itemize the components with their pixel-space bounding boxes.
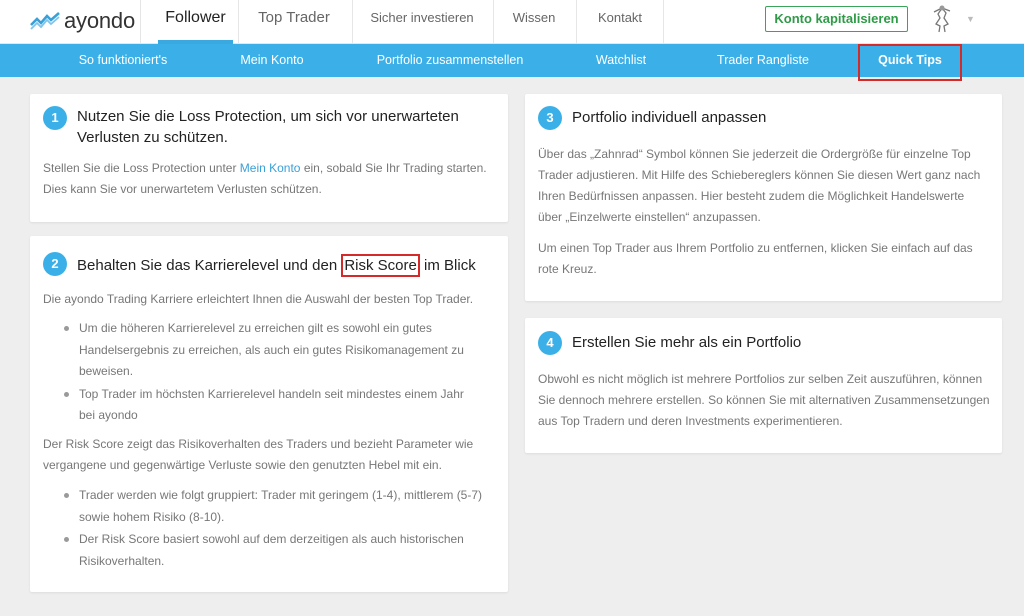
nav-sicher-investieren[interactable]: Sicher investieren	[360, 0, 484, 44]
career-bullets: Um die höheren Karrierelevel zu erreiche…	[60, 318, 480, 428]
ayondo-logo-icon	[30, 12, 60, 30]
nav-wissen[interactable]: Wissen	[500, 0, 568, 44]
subnav-so-funktionierts[interactable]: So funktioniert's	[60, 44, 186, 77]
list-item: Um die höheren Karrierelevel zu erreiche…	[60, 318, 480, 383]
tip-card-2: 2 Behalten Sie das Karrierelevel und den…	[30, 236, 508, 592]
step-number-badge: 3	[538, 106, 562, 130]
subnav-portfolio-zusammenstellen[interactable]: Portfolio zusammenstellen	[360, 44, 540, 77]
chevron-down-icon[interactable]: ▼	[966, 14, 975, 24]
tip-title-part: im Blick	[419, 257, 476, 274]
risk-score-text: Der Risk Score zeigt das Risikoverhalten…	[43, 437, 474, 472]
tip-title: Nutzen Sie die Loss Protection, um sich …	[77, 108, 459, 146]
top-header: ayondo Follower Top Trader Sicher invest…	[0, 0, 1024, 44]
tip-intro: Die ayondo Trading Karriere erleichtert …	[43, 292, 474, 306]
subnav-trader-rangliste[interactable]: Trader Rangliste	[700, 44, 826, 77]
tip-title: Portfolio individuell anpassen	[572, 109, 767, 126]
logo[interactable]: ayondo	[30, 8, 135, 34]
subnav-watchlist[interactable]: Watchlist	[576, 44, 666, 77]
list-item: Top Trader im höchsten Karrierelevel han…	[60, 384, 480, 427]
tip-text: Über das „Zahnrad“ Symbol können Sie jed…	[538, 147, 981, 224]
tip-card-4: 4 Erstellen Sie mehr als ein Portfolio O…	[525, 318, 1002, 453]
mein-konto-link[interactable]: Mein Konto	[240, 161, 301, 175]
step-number-badge: 2	[43, 252, 67, 276]
avatar[interactable]	[928, 4, 956, 34]
tip-title: Erstellen Sie mehr als ein Portfolio	[572, 334, 802, 351]
konto-kapitalisieren-button[interactable]: Konto kapitalisieren	[765, 6, 908, 32]
list-item: Trader werden wie folgt gruppiert: Trade…	[60, 485, 490, 528]
tip-card-1: 1 Nutzen Sie die Loss Protection, um sic…	[30, 94, 508, 222]
risk-score-highlight: Risk Score	[341, 254, 420, 277]
tip-text: Um einen Top Trader aus Ihrem Portfolio …	[538, 241, 973, 276]
nav-follower[interactable]: Follower	[158, 0, 233, 44]
nav-divider	[140, 0, 141, 44]
nav-divider	[493, 0, 494, 44]
step-number-badge: 4	[538, 331, 562, 355]
risk-score-bullets: Trader werden wie folgt gruppiert: Trade…	[60, 485, 490, 573]
tip-title: Behalten Sie das Karrierelevel und den R…	[77, 254, 476, 277]
nav-divider	[238, 0, 239, 44]
nav-divider	[576, 0, 577, 44]
nav-divider	[352, 0, 353, 44]
list-item: Der Risk Score basiert sowohl auf dem de…	[60, 529, 490, 572]
tip-title-part: Behalten Sie das Karrierelevel und den	[77, 257, 342, 274]
logo-text: ayondo	[64, 8, 135, 33]
subnav-mein-konto[interactable]: Mein Konto	[222, 44, 322, 77]
step-number-badge: 1	[43, 106, 67, 130]
tip-text: Stellen Sie die Loss Protection unter Me…	[43, 158, 503, 200]
nav-kontakt[interactable]: Kontakt	[584, 0, 656, 44]
nav-divider	[663, 0, 664, 44]
nav-top-trader[interactable]: Top Trader	[246, 0, 342, 44]
tip-text-part: Stellen Sie die Loss Protection unter	[43, 161, 240, 175]
tip-card-3: 3 Portfolio individuell anpassen Über da…	[525, 94, 1002, 301]
highlight-box	[858, 44, 962, 81]
tip-text: Obwohl es nicht möglich ist mehrere Port…	[538, 372, 990, 428]
